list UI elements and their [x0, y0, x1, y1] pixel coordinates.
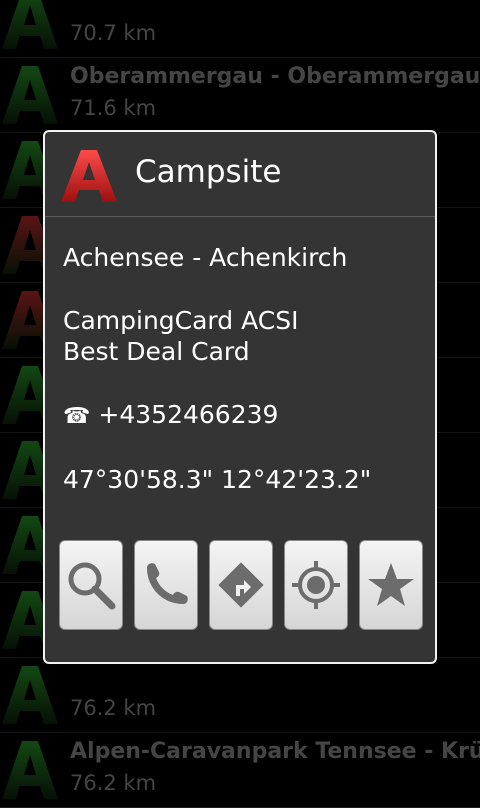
- dialog-header: Campsite: [45, 132, 435, 217]
- phone-icon: [147, 563, 188, 604]
- favorite-button[interactable]: [359, 540, 423, 630]
- search-button[interactable]: [59, 540, 123, 630]
- search-icon: [68, 562, 116, 610]
- dialog-title: Campsite: [135, 154, 282, 190]
- phone-number[interactable]: +4352466239: [98, 400, 278, 429]
- navigate-button[interactable]: [209, 540, 273, 630]
- star-icon: [368, 563, 414, 606]
- call-button[interactable]: [134, 540, 198, 630]
- action-buttons: [59, 540, 425, 632]
- acsi-logo-icon: [59, 148, 119, 204]
- telephone-icon: ☎: [63, 404, 91, 429]
- locate-button[interactable]: [284, 540, 348, 630]
- card-line-1: CampingCard ACSI: [63, 306, 299, 335]
- directions-icon: [218, 562, 264, 608]
- campsite-dialog: Campsite Achensee - Achenkirch CampingCa…: [43, 130, 437, 664]
- phone-line[interactable]: ☎ +4352466239: [63, 399, 425, 432]
- site-name: Achensee - Achenkirch: [63, 243, 348, 272]
- target-icon: [292, 561, 340, 609]
- dialog-body: Achensee - Achenkirch CampingCard ACSI B…: [63, 242, 425, 495]
- card-line-2: Best Deal Card: [63, 337, 250, 366]
- coordinates: 47°30'58.3" 12°42'23.2": [63, 465, 372, 494]
